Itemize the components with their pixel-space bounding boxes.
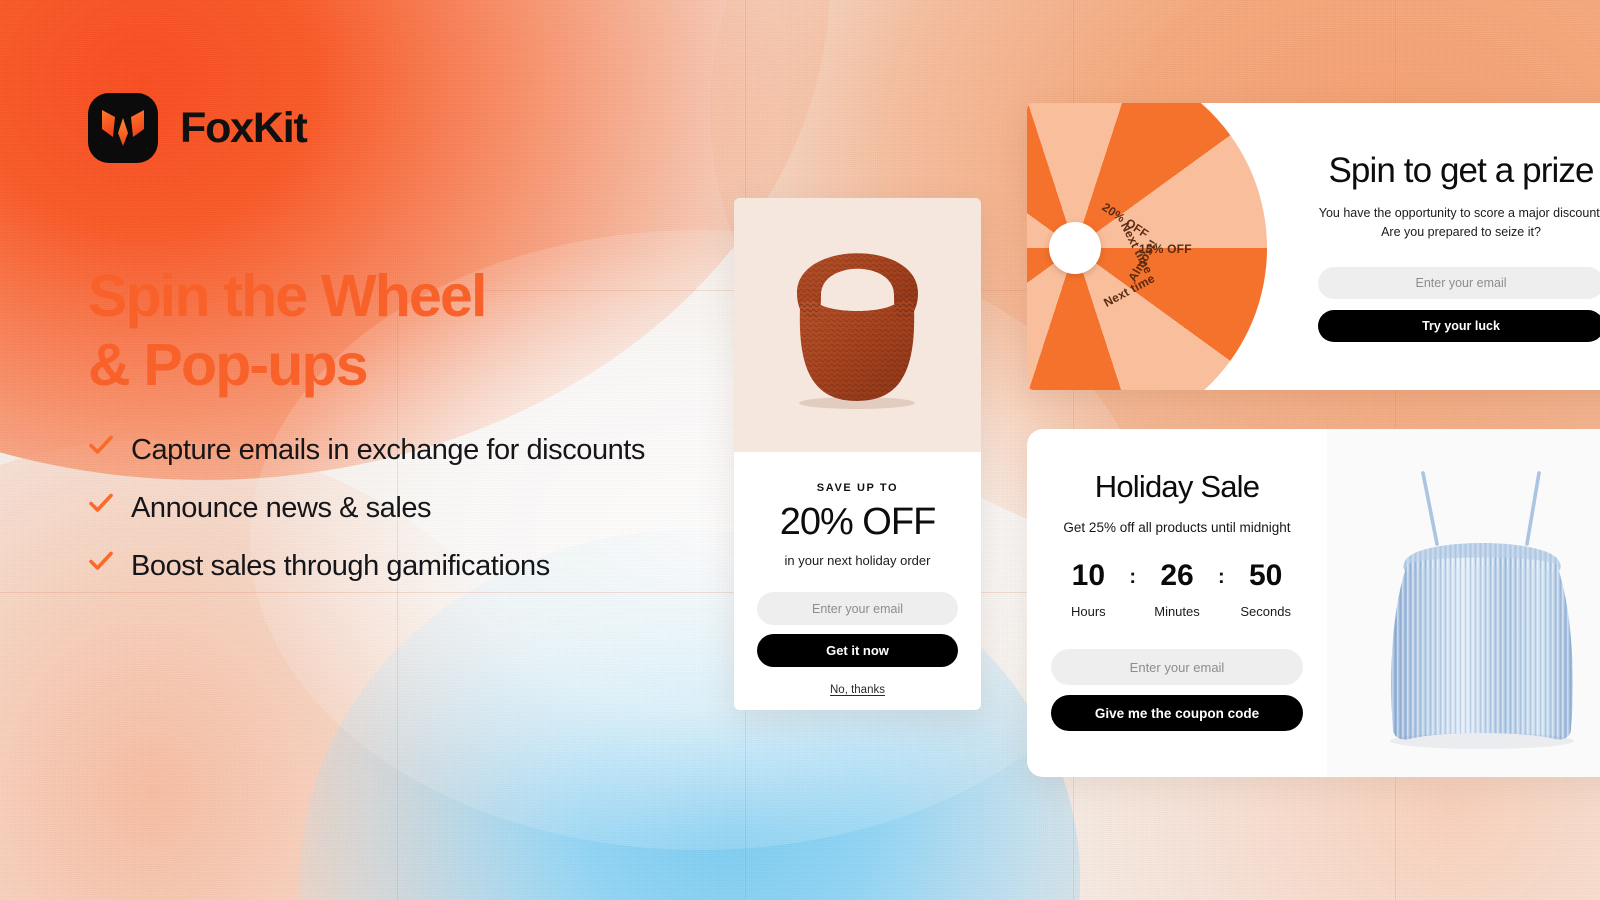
list-item: Capture emails in exchange for discounts [88, 428, 728, 472]
check-icon [88, 548, 114, 580]
email-input[interactable]: Enter your email [1318, 266, 1600, 299]
list-item: Announce news & sales [88, 486, 728, 530]
check-icon [88, 432, 114, 464]
holiday-product-image-camisole [1327, 429, 1600, 777]
list-item-label: Capture emails in exchange for discounts [131, 434, 645, 466]
check-icon [88, 490, 114, 522]
email-input[interactable]: Enter your email [757, 592, 958, 625]
save-up-to-label: SAVE UP TO [816, 482, 899, 494]
discount-value: 20% OFF [779, 501, 937, 543]
list-item-label: Announce news & sales [131, 492, 432, 525]
try-your-luck-button[interactable]: Try your luck [1318, 309, 1600, 342]
headline-line-1: Spin the Wheel [88, 263, 487, 329]
prize-wheel[interactable]: 20% OFF Next time 15% OFF Almost! Next t… [1027, 103, 1267, 390]
brand-name: FoxKit [180, 103, 308, 152]
product-image-handbag [734, 198, 981, 452]
countdown-hours: 10 Hours [1051, 559, 1125, 620]
countdown-label: Minutes [1154, 604, 1200, 619]
holiday-card-content: Holiday Sale Get 25% off all products un… [1027, 429, 1327, 777]
spin-title: Spin to get a prize [1328, 151, 1594, 190]
holiday-sale-popup-card: Holiday Sale Get 25% off all products un… [1027, 429, 1600, 777]
spin-wheel-popup-card: 20% OFF Next time 15% OFF Almost! Next t… [1027, 103, 1600, 390]
give-me-coupon-button[interactable]: Give me the coupon code [1051, 695, 1303, 731]
email-input[interactable]: Enter your email [1051, 649, 1303, 685]
countdown-value: 26 [1160, 559, 1194, 592]
list-item: Boost sales through gamifications [88, 544, 728, 588]
countdown-label: Seconds [1240, 604, 1291, 619]
countdown-separator: : [1218, 566, 1225, 588]
product-popup-card: SAVE UP TO 20% OFF in your next holiday … [734, 198, 981, 710]
wheel-container: 20% OFF Next time 15% OFF Almost! Next t… [1027, 103, 1267, 390]
countdown-value: 50 [1248, 559, 1283, 592]
fox-logo-icon [88, 93, 158, 163]
countdown-timer: 10 Hours : 26 Minutes : 50 Seconds [1051, 559, 1303, 620]
page-title: Spin the Wheel & Pop-ups [88, 262, 708, 400]
spin-card-content: Spin to get a prize You have the opportu… [1275, 103, 1600, 390]
countdown-value: 10 [1071, 559, 1106, 592]
brand-lockup: FoxKit [88, 93, 308, 163]
discount-subtitle: in your next holiday order [784, 553, 931, 568]
headline-line-2: & Pop-ups [88, 332, 369, 399]
no-thanks-link[interactable]: No, thanks [757, 684, 958, 696]
countdown-label: Hours [1070, 604, 1106, 619]
countdown-separator: : [1129, 566, 1136, 588]
wheel-hub [1049, 222, 1101, 274]
list-item-label: Boost sales through gamifications [131, 550, 550, 583]
spin-subtitle: You have the opportunity to score a majo… [1318, 206, 1600, 239]
holiday-title: Holiday Sale [1094, 469, 1260, 504]
feature-list: Capture emails in exchange for discounts… [88, 428, 728, 602]
holiday-subtitle: Get 25% off all products until midnight [1063, 520, 1291, 535]
countdown-seconds: 50 Seconds [1229, 559, 1303, 620]
get-it-now-button[interactable]: Get it now [757, 634, 958, 667]
countdown-minutes: 26 Minutes [1140, 559, 1214, 620]
